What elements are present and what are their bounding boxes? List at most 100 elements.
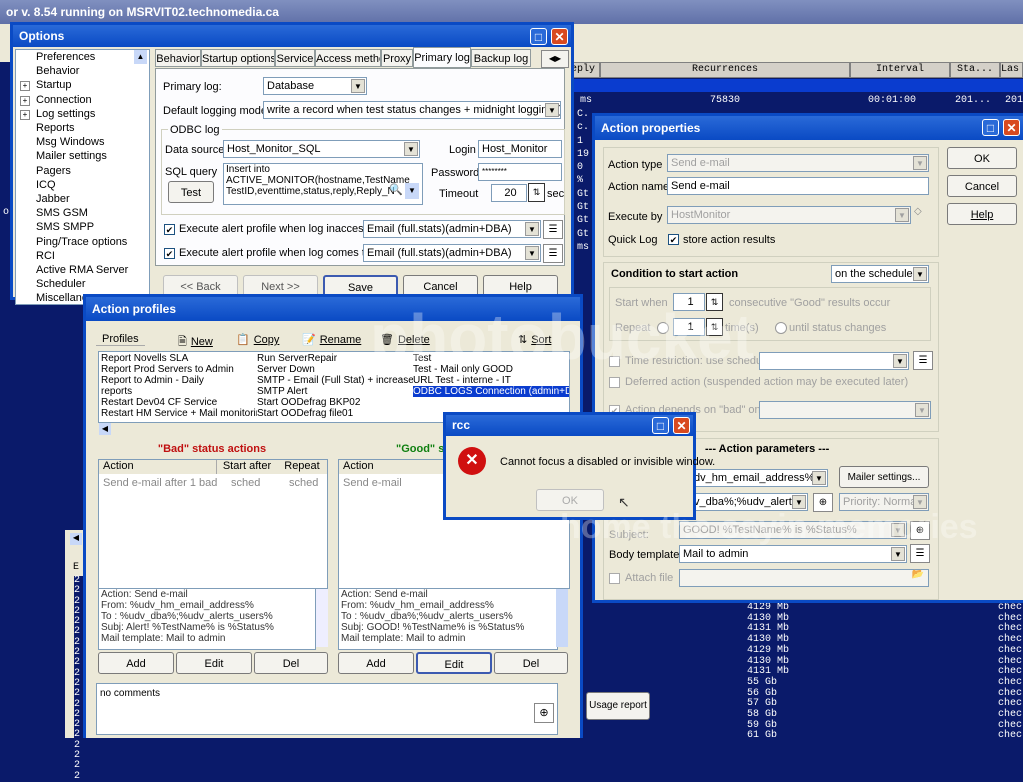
bad-col-repeat[interactable]: Repeat — [277, 460, 327, 474]
bad-del-button[interactable]: Del — [254, 652, 328, 674]
tree-item[interactable]: Ping/Trace options — [36, 236, 127, 248]
depends-select[interactable]: ▼ — [759, 401, 931, 419]
profile-item[interactable]: SMTP - Email (Full Stat) + increase Ti — [257, 375, 413, 386]
good-add-button[interactable]: Add — [338, 652, 414, 674]
tree-expand-icon[interactable]: + — [20, 81, 30, 92]
tree-item[interactable]: Msg Windows — [36, 136, 104, 148]
profile-item[interactable]: Restart Dev04 CF Service — [101, 397, 257, 408]
profile-item[interactable]: SMTP Alert — [257, 386, 413, 397]
eraser-icon[interactable]: ◇ — [914, 206, 930, 222]
toolbar-rename-button[interactable]: 📝 Rename — [302, 333, 361, 346]
tree-item[interactable]: Behavior — [36, 65, 79, 77]
bad-row-action[interactable]: Send e-mail after 1 bad — [103, 477, 217, 489]
tree-item[interactable]: SMS GSM — [36, 207, 88, 219]
good-del-button[interactable]: Del — [494, 652, 568, 674]
comments-box[interactable]: no comments — [96, 683, 558, 735]
close-button[interactable]: ✕ — [1003, 119, 1020, 136]
tab-service[interactable]: Service — [275, 49, 315, 67]
good-detail-scroll[interactable] — [556, 589, 568, 647]
tree-item[interactable]: Log settings — [36, 108, 95, 120]
to-field[interactable]: dv_hm_email_address% ▼ — [690, 469, 828, 487]
good-row-action[interactable]: Send e-mail — [343, 477, 402, 489]
usage-report-button[interactable]: Usage report — [586, 692, 650, 720]
tree-item[interactable]: Scheduler — [36, 278, 86, 290]
primary-log-select[interactable]: Database ▼ — [263, 77, 367, 95]
bad-row-repeat[interactable]: sched — [289, 477, 318, 489]
sql-scroll[interactable]: ▼ — [405, 183, 419, 199]
profile-item[interactable]: Start OODefrag BKP02 — [257, 397, 413, 408]
toolbar-copy-button[interactable]: 📋 Copy — [236, 333, 279, 346]
profile-item[interactable]: reports — [101, 386, 257, 397]
tree-item[interactable]: Jabber — [36, 193, 70, 205]
col-status[interactable]: Sta... — [950, 62, 1000, 78]
tab-primary-log[interactable]: Primary log — [413, 47, 471, 68]
bad-col-start[interactable]: Start after — [217, 460, 278, 474]
alert1-checkbox[interactable]: ✔ — [164, 224, 175, 235]
profile-list-icon[interactable]: ☰ — [543, 244, 563, 263]
tab-scroll[interactable]: ◀▶ — [541, 50, 569, 68]
schedule-list-icon[interactable]: ☰ — [913, 351, 933, 370]
profile-item[interactable]: ODBC LOGS Connection (admin+DBA — [413, 386, 569, 397]
ok-button[interactable]: OK — [947, 147, 1017, 169]
attach-checkbox[interactable] — [609, 573, 620, 584]
alert2-checkbox[interactable]: ✔ — [164, 248, 175, 259]
profile-list-icon[interactable]: ☰ — [543, 220, 563, 239]
password-field[interactable]: ******** — [478, 163, 562, 181]
alert1-select[interactable]: Email (full.stats)(admin+DBA) ▼ — [363, 220, 541, 238]
maximize-button[interactable]: □ — [982, 119, 999, 136]
bad-row-start[interactable]: sched — [231, 477, 260, 489]
col-interval[interactable]: Interval — [850, 62, 950, 78]
timeout-field[interactable]: 20 — [491, 184, 527, 202]
magnifier-icon[interactable]: 🔍 — [389, 183, 404, 198]
schedule-select[interactable]: ▼ — [759, 352, 909, 370]
tree-item[interactable]: ICQ — [36, 179, 56, 191]
action-name-field[interactable]: Send e-mail — [667, 177, 929, 195]
profile-item[interactable]: Report Novells SLA — [101, 353, 257, 364]
login-field[interactable]: Host_Monitor — [478, 140, 562, 158]
tab-access-method[interactable]: Access method — [315, 49, 381, 67]
until-radio[interactable] — [775, 322, 787, 334]
alert2-select[interactable]: Email (full.stats)(admin+DBA) ▼ — [363, 244, 541, 262]
tree-item[interactable]: Reports — [36, 122, 75, 134]
store-results-checkbox[interactable]: ✔ — [668, 234, 679, 245]
selected-row[interactable] — [570, 79, 1023, 92]
scroll-left-arrow[interactable]: ◀ — [70, 533, 82, 545]
profile-item[interactable]: Report Prod Servers to Admin — [101, 364, 257, 375]
profile-item[interactable]: Restart HM Service + Mail monitoring — [101, 408, 257, 419]
deferred-checkbox[interactable] — [609, 377, 620, 388]
good-edit-button[interactable]: Edit — [416, 652, 492, 674]
help-button[interactable]: Help — [947, 203, 1017, 225]
close-button[interactable]: ✕ — [673, 417, 690, 434]
tree-item[interactable]: SMS SMPP — [36, 221, 94, 233]
col-reply[interactable]: eply — [570, 62, 600, 78]
tab-proxy[interactable]: Proxy — [381, 49, 413, 67]
attach-field[interactable] — [679, 569, 929, 587]
bad-add-button[interactable]: Add — [98, 652, 174, 674]
cancel-button[interactable]: Cancel — [947, 175, 1017, 197]
test-button[interactable]: Test — [168, 181, 214, 203]
body-select[interactable]: Mail to admin ▼ — [679, 545, 907, 563]
tab-backup-log[interactable]: Backup log — [471, 49, 531, 67]
tree-expand-icon[interactable]: + — [20, 95, 30, 106]
col-recurrences[interactable]: Recurrences — [600, 62, 850, 78]
bad-detail-scroll[interactable] — [316, 589, 328, 647]
default-mode-select[interactable]: write a record when test status changes … — [263, 101, 561, 119]
tab-behavior[interactable]: Behavior — [155, 49, 201, 67]
action-type-select[interactable]: Send e-mail ▼ — [667, 154, 929, 172]
mailer-settings-button[interactable]: Mailer settings... — [839, 466, 929, 488]
maximize-button[interactable]: □ — [652, 417, 669, 434]
bad-col-action[interactable]: Action — [99, 460, 217, 474]
bad-edit-button[interactable]: Edit — [176, 652, 252, 674]
tree-item[interactable]: Connection — [36, 94, 92, 106]
tree-item[interactable]: Mailer settings — [36, 150, 107, 162]
folder-icon[interactable]: 📂 — [910, 569, 926, 585]
tree-item[interactable]: Preferences — [36, 51, 95, 63]
data-source-select[interactable]: Host_Monitor_SQL ▼ — [223, 140, 420, 158]
toolbar-profiles-button[interactable]: Profiles — [96, 333, 145, 346]
tree-item[interactable]: Pagers — [36, 165, 71, 177]
condition-select[interactable]: on the schedule ▼ — [831, 265, 929, 283]
spin-icon[interactable]: ⇅ — [528, 183, 545, 202]
tree-item[interactable]: Startup — [36, 79, 71, 91]
tree-expand-icon[interactable]: + — [20, 109, 30, 120]
col-last[interactable]: Las — [1000, 62, 1023, 78]
